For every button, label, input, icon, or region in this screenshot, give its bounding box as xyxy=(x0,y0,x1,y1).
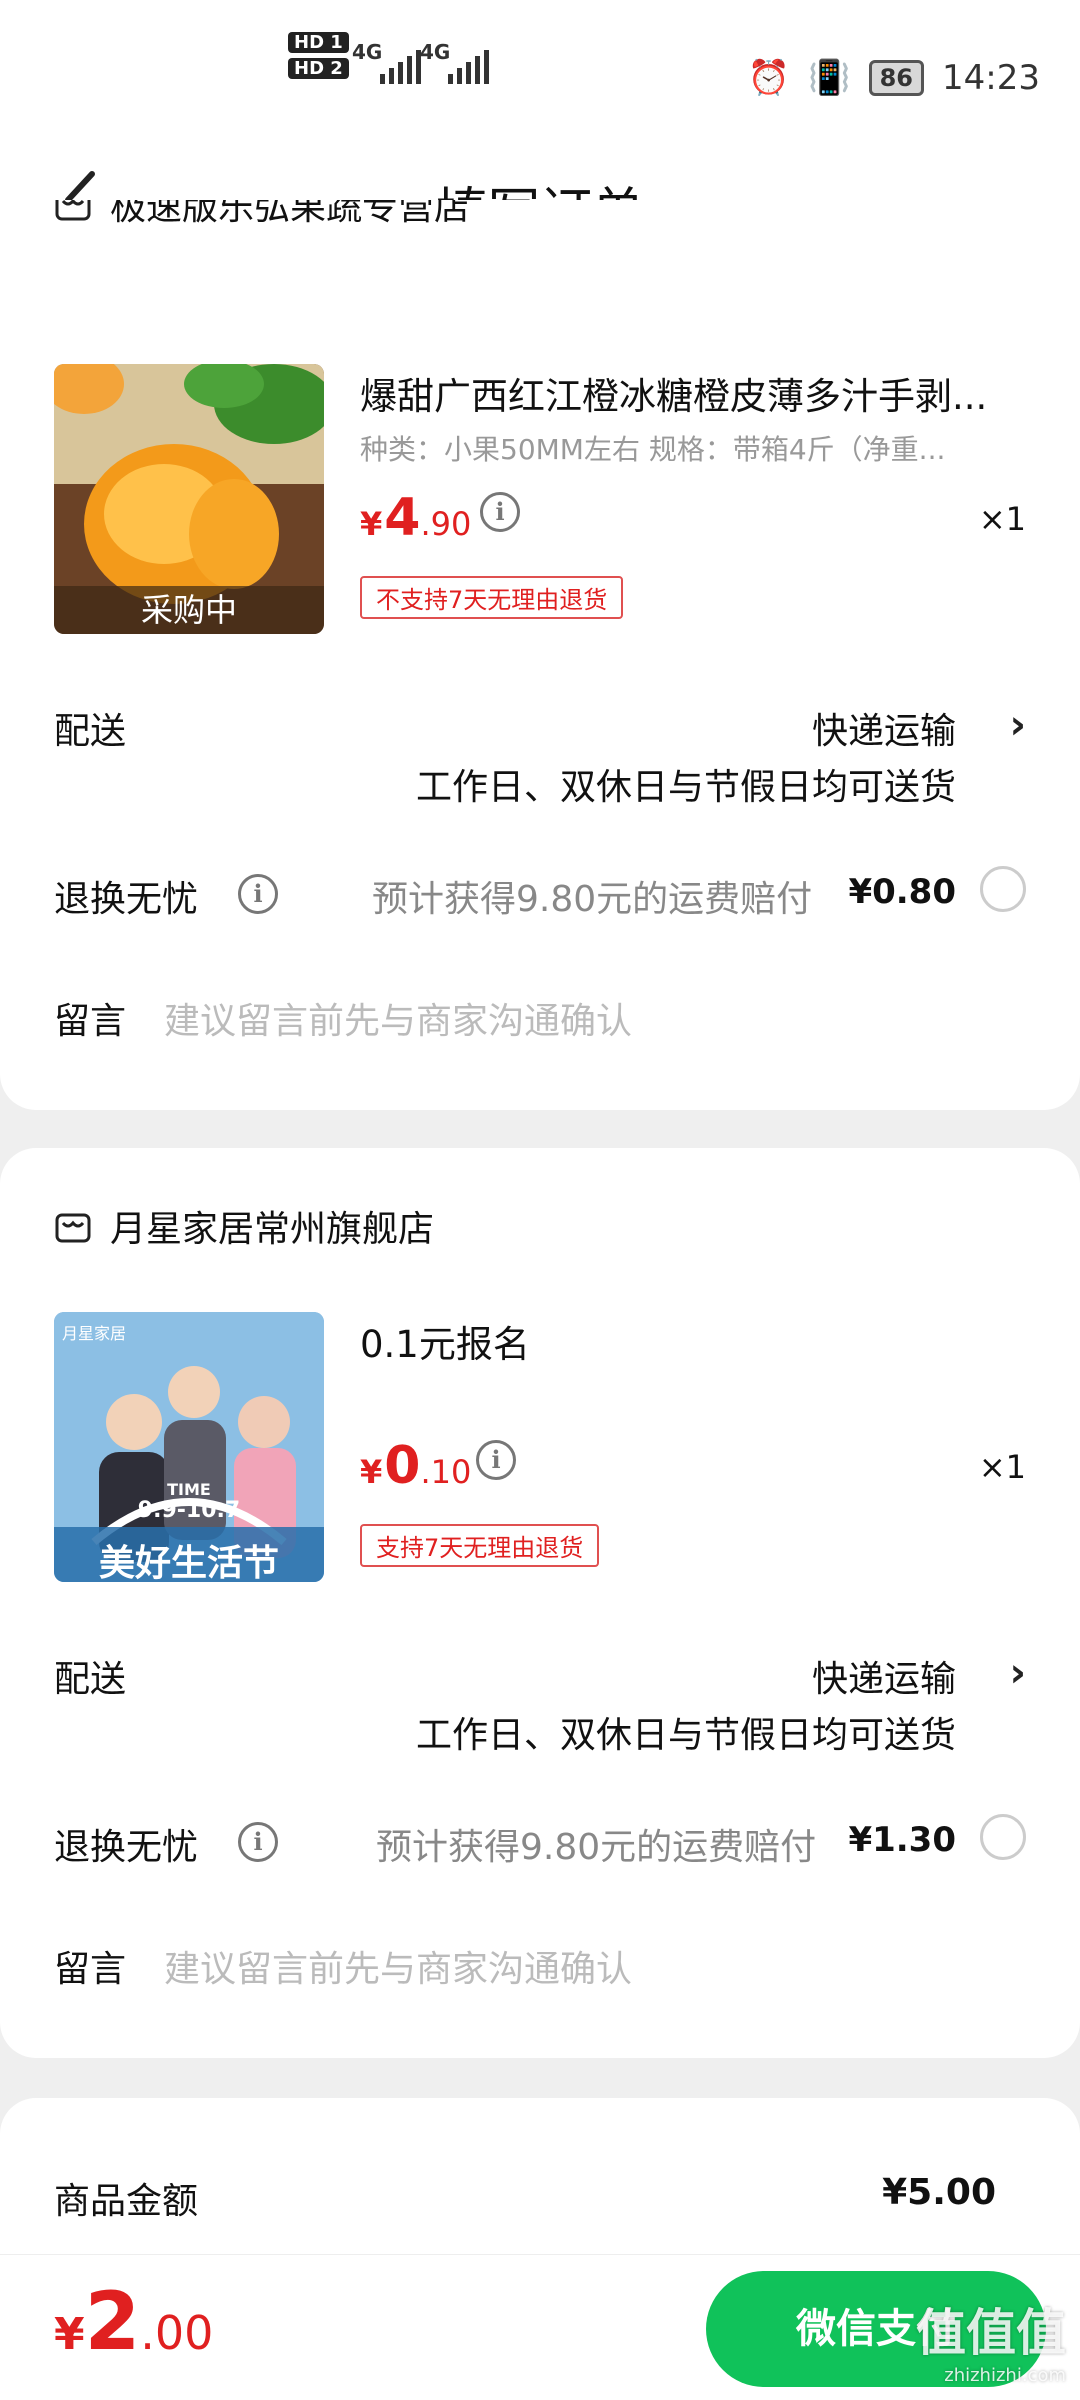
compensation-text: 预计获得9.80元的运费赔付 xyxy=(376,1827,817,1868)
delivery-label: 配送 xyxy=(54,711,127,752)
watermark-url: zhizhizhi.com xyxy=(944,2365,1066,2386)
info-icon[interactable]: i xyxy=(476,1440,516,1480)
info-icon[interactable]: i xyxy=(480,492,520,532)
alarm-icon: ⏰ xyxy=(747,58,791,98)
store-card-2: 月星家居常州旗舰店 月星家居 TIME 9.9-10.7 美好生活节 0.1元报… xyxy=(0,1148,1080,2058)
hd1-indicator: HD 1 xyxy=(288,32,349,53)
hd2-indicator: HD 2 xyxy=(288,58,349,79)
price-decimal: .10 xyxy=(420,1453,472,1491)
price-symbol: ¥ xyxy=(360,505,383,543)
price-decimal: .90 xyxy=(420,505,472,543)
chevron-right-icon[interactable]: › xyxy=(1010,702,1026,748)
message-input[interactable]: 建议留言前先与商家沟通确认 xyxy=(164,1940,632,1992)
delivery-method[interactable]: 快递运输 xyxy=(812,702,956,754)
store-name: 月星家居常州旗舰店 xyxy=(110,1209,435,1250)
goods-amount: ¥5.00 xyxy=(882,2172,996,2213)
signal-icon-2 xyxy=(448,50,489,84)
return-policy-tag: 不支持7天无理由退货 xyxy=(360,576,624,619)
delivery-note: 工作日、双休日与节假日均可送货 xyxy=(415,1715,956,1756)
product-price: ¥ 4 .90 xyxy=(360,488,471,548)
total-decimal: .00 xyxy=(140,2306,214,2360)
compensation-label: 退换无忧 xyxy=(54,879,199,920)
info-icon[interactable]: i xyxy=(238,1822,278,1862)
store-card-1: 极速版乐弘果蔬专营店 采购中 爆甜广西红江橙冰糖橙皮薄多汁手剥... 种类：小果… xyxy=(0,200,1080,1110)
clock: 14:23 xyxy=(942,58,1040,98)
return-policy-tag: 支持7天无理由退货 xyxy=(360,1524,600,1567)
total-symbol: ¥ xyxy=(54,2309,85,2360)
status-right: ⏰ 📳 86 14:23 xyxy=(748,58,1040,98)
compensation-text: 预计获得9.80元的运费赔付 xyxy=(372,879,813,920)
compensation-label: 退换无忧 xyxy=(54,1827,199,1868)
product-title[interactable]: 0.1元报名 xyxy=(360,1314,1030,1368)
promo-slogan: 美好生活节 xyxy=(98,1543,279,1582)
watermark: 值值值 zhizhizhi.com xyxy=(916,2293,1066,2386)
product-image[interactable]: 采购中 xyxy=(54,364,324,634)
price-integer: 4 xyxy=(384,488,421,548)
chevron-right-icon[interactable]: › xyxy=(1010,1650,1026,1696)
info-icon[interactable]: i xyxy=(238,874,278,914)
bottom-bar: ¥ 2 .00 微信支付 值值值 zhizhizhi.com xyxy=(0,2254,1080,2400)
vibrate-icon: 📳 xyxy=(808,58,851,98)
product-image[interactable]: 月星家居 TIME 9.9-10.7 美好生活节 xyxy=(54,1312,324,1582)
network-4g-label-1: 4G xyxy=(352,40,383,64)
store-icon xyxy=(55,1213,91,1243)
store-header-2[interactable]: 月星家居常州旗舰店 xyxy=(54,1200,434,1252)
compensation-radio[interactable] xyxy=(980,1814,1026,1860)
product-title[interactable]: 爆甜广西红江橙冰糖橙皮薄多汁手剥... xyxy=(360,366,1030,420)
price-integer: 0 xyxy=(384,1436,421,1496)
quantity: ×1 xyxy=(978,1448,1026,1486)
total-price: ¥ 2 .00 xyxy=(54,2275,213,2368)
store-icon xyxy=(55,200,91,221)
battery-icon: 86 xyxy=(868,60,925,96)
message-label: 留言 xyxy=(54,1949,127,1990)
product-spec[interactable]: 种类：小果50MM左右 规格：带箱4斤（净重... xyxy=(360,428,990,468)
compensation-radio[interactable] xyxy=(980,866,1026,912)
goods-amount-label: 商品金额 xyxy=(54,2181,199,2222)
signal-icon-1 xyxy=(380,50,421,84)
promo-dates: 9.9-10.7 xyxy=(137,1498,241,1523)
delivery-method[interactable]: 快递运输 xyxy=(812,1650,956,1702)
watermark-text: 值值值 xyxy=(916,2304,1066,2362)
delivery-note: 工作日、双休日与节假日均可送货 xyxy=(415,767,956,808)
compensation-price: ¥1.30 xyxy=(848,1820,956,1860)
compensation-price: ¥0.80 xyxy=(848,872,956,912)
store-header-1[interactable]: 极速版乐弘果蔬专营店 xyxy=(54,200,470,230)
product-price: ¥ 0 .10 xyxy=(360,1436,471,1496)
price-symbol: ¥ xyxy=(360,1453,383,1491)
quantity: ×1 xyxy=(978,500,1026,538)
status-bar: HD 1 HD 2 4G 4G ⏰ 📳 86 14:23 xyxy=(0,0,1080,150)
network-4g-label-2: 4G xyxy=(420,40,451,64)
message-input[interactable]: 建议留言前先与商家沟通确认 xyxy=(164,992,632,1044)
store-name: 极速版乐弘果蔬专营店 xyxy=(110,200,471,228)
promo-brand: 月星家居 xyxy=(62,1324,127,1343)
thumb-caption: 采购中 xyxy=(54,586,324,634)
total-integer: 2 xyxy=(84,2275,141,2368)
message-label: 留言 xyxy=(54,1001,127,1042)
delivery-label: 配送 xyxy=(54,1659,127,1700)
promo-time: TIME xyxy=(167,1480,211,1499)
